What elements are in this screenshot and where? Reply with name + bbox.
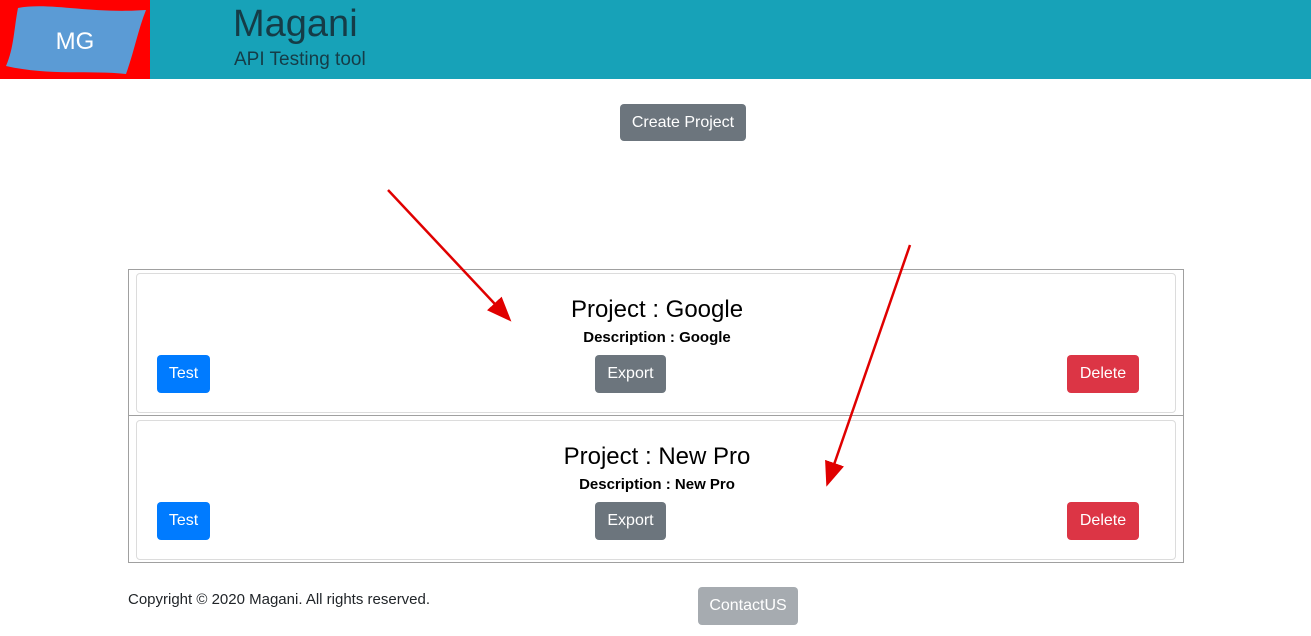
test-button[interactable]: Test: [157, 355, 210, 393]
project-title: Project : New Pro: [563, 443, 751, 470]
test-button[interactable]: Test: [157, 502, 210, 540]
create-project-button[interactable]: Create Project: [620, 104, 746, 141]
logo[interactable]: MG: [0, 0, 150, 79]
logo-flag-icon: MG: [6, 6, 146, 75]
project-list: Project : Google Description : Google Te…: [128, 269, 1184, 563]
delete-button[interactable]: Delete: [1067, 355, 1139, 393]
app-title: Magani: [233, 3, 358, 45]
project-card: Project : New Pro Description : New Pro …: [136, 420, 1176, 560]
project-title: Project : Google: [570, 296, 744, 323]
project-description: Description : Google: [583, 329, 731, 346]
list-item: Project : Google Description : Google Te…: [129, 270, 1183, 416]
logo-text: MG: [56, 28, 95, 55]
contact-us-button[interactable]: ContactUS: [698, 587, 798, 625]
app-subtitle: API Testing tool: [234, 49, 366, 70]
export-button[interactable]: Export: [595, 355, 666, 393]
copyright-text: Copyright © 2020 Magani. All rights rese…: [128, 591, 431, 608]
project-description: Description : New Pro: [579, 476, 735, 493]
app-header: MG Magani API Testing tool: [0, 0, 1311, 79]
export-button[interactable]: Export: [595, 502, 666, 540]
delete-button[interactable]: Delete: [1067, 502, 1139, 540]
list-item: Project : New Pro Description : New Pro …: [129, 417, 1183, 563]
project-card: Project : Google Description : Google Te…: [136, 273, 1176, 413]
